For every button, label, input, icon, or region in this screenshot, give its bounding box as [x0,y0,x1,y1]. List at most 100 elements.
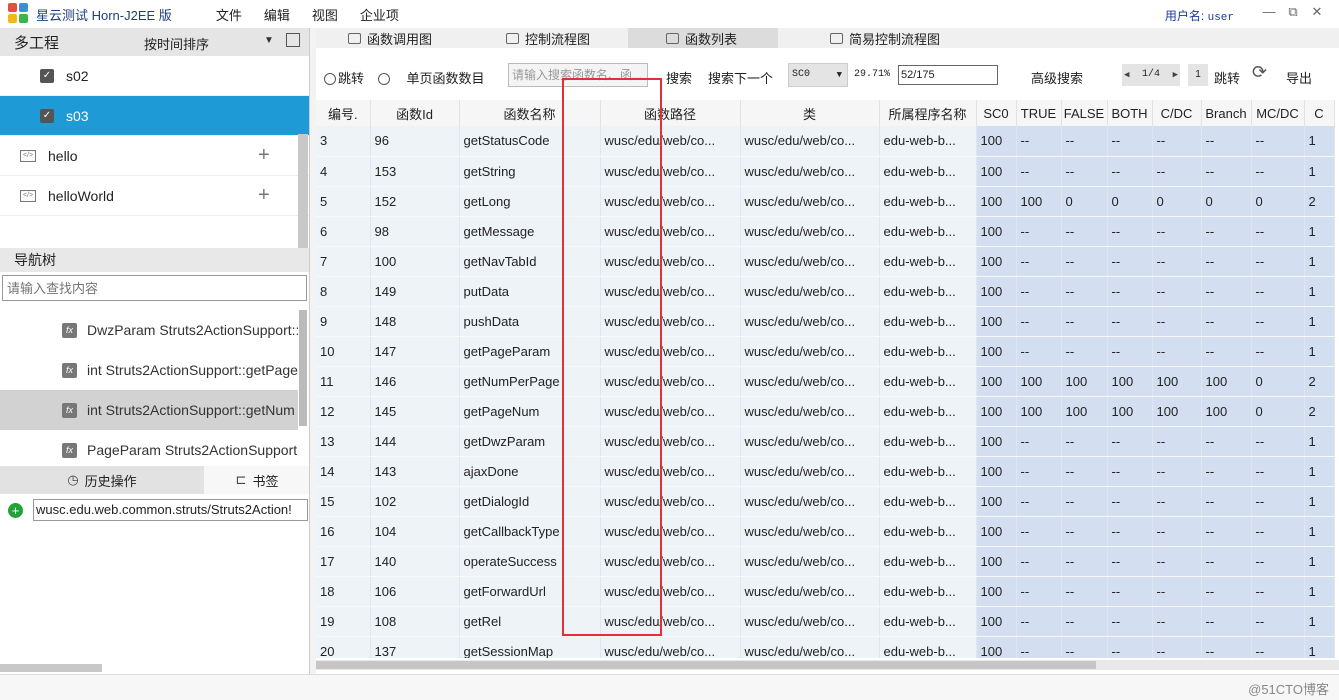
menu-enterprise[interactable]: 企业项 [360,5,399,24]
page-input[interactable]: 1 [1188,64,1208,86]
table-cell: ajaxDone [459,456,601,487]
col-header[interactable]: 函数Id [370,100,460,126]
table-row[interactable]: 14 143 ajaxDone wusc/edu/web/co... wusc/edu/… [316,456,1335,487]
col-header[interactable]: 类 [740,100,880,126]
refresh-icon[interactable]: ⟳ [1252,62,1267,83]
next-page-icon[interactable]: ▶ [1173,64,1178,86]
table-row[interactable]: 15 102 getDialogId wusc/edu/web/co... wusc/e… [316,486,1335,517]
table-row[interactable]: 19 108 getRel wusc/edu/web/co... wusc/edu/we… [316,606,1335,637]
table-cell: -- [1201,126,1252,157]
table-row[interactable]: 13 144 getDwzParam wusc/edu/web/co... wusc/e… [316,426,1335,457]
table-cell: -- [1107,486,1153,517]
menu-view[interactable]: 视图 [312,5,338,24]
close-icon[interactable]: ✕ [1305,4,1329,20]
col-header[interactable]: C [1304,100,1335,126]
project-item-s02[interactable]: ✓ s02 [0,56,309,96]
jump-radio[interactable]: 跳转 [324,68,364,87]
project-item-hello[interactable]: </> hello + [0,136,309,176]
tab-call-graph[interactable]: 函数调用图 [348,28,432,48]
table-cell: 100 [976,156,1017,187]
col-header[interactable]: SC0 [976,100,1017,126]
table-cell: wusc/edu/web/co... [740,456,880,487]
goto-button[interactable]: 跳转 [1214,68,1240,87]
table-row[interactable]: 7 100 getNavTabId wusc/edu/web/co... wusc/ed… [316,246,1335,277]
table-row[interactable]: 9 148 pushData wusc/edu/web/co... wusc/edu/w… [316,306,1335,337]
table-cell: getForwardUrl [459,576,601,607]
tab-control-flow[interactable]: 控制流程图 [506,28,590,48]
nav-item[interactable]: fx int Struts2ActionSupport::getPageI [0,350,298,390]
table-cell: -- [1107,246,1153,277]
menu-file[interactable]: 文件 [216,5,242,24]
projects-title: 多工程 [14,34,60,52]
col-header[interactable]: 编号. [316,100,371,126]
table-row[interactable]: 11 146 getNumPerPage wusc/edu/web/co... wusc… [316,366,1335,397]
table-row[interactable]: 10 147 getPageParam wusc/edu/web/co... wusc/… [316,336,1335,367]
nav-search-input[interactable] [2,275,307,301]
table-row[interactable]: 8 149 putData wusc/edu/web/co... wusc/edu/we… [316,276,1335,307]
nav-item[interactable]: fx PageParam Struts2ActionSupport:: [0,430,298,458]
nav-item-selected[interactable]: fx int Struts2ActionSupport::getNum [0,390,298,430]
advanced-search-button[interactable]: 高级搜索 [1031,68,1083,87]
project-scrollbar[interactable] [298,134,308,264]
single-page-radio[interactable]: 单页函数数目 [378,68,484,87]
table-hscrollbar[interactable] [316,660,1339,670]
table-cell: 100 [1061,366,1108,397]
table-cell: -- [1107,636,1153,658]
menu-edit[interactable]: 编辑 [264,5,290,24]
table-cell: edu-web-b... [879,636,977,658]
history-entry-text: wusc.edu.web.common.struts/Struts2Action… [33,499,308,521]
table-row[interactable]: 17 140 operateSuccess wusc/edu/web/co... wus… [316,546,1335,577]
restore-icon[interactable]: ⧉ [1281,4,1305,20]
project-item-helloworld[interactable]: </> helloWorld + [0,176,309,216]
expand-plus-icon[interactable]: + [258,144,270,167]
col-header[interactable]: 函数路径 [600,100,741,126]
table-row[interactable]: 5 152 getLong wusc/edu/web/co... wusc/edu/we… [316,186,1335,217]
table-cell: 9 [316,306,371,337]
pager[interactable]: ◀ 1/4 ▶ [1122,64,1180,86]
col-header[interactable]: Branch [1201,100,1252,126]
tab-bookmark[interactable]: ⊏ 书签 [204,466,309,494]
table-cell: -- [1016,246,1062,277]
table-row[interactable]: 4 153 getString wusc/edu/web/co... wusc/edu/… [316,156,1335,187]
search-next-button[interactable]: 搜索下一个 [708,68,773,87]
caret-down-icon[interactable]: ▼ [264,35,274,46]
table-cell: 1 [1304,606,1335,637]
nav-scrollbar[interactable] [299,310,307,426]
history-entry[interactable]: + wusc.edu.web.common.struts/Struts2Acti… [0,498,309,522]
minimize-icon[interactable]: — [1257,4,1281,20]
tab-function-list[interactable]: 函数列表 [628,28,778,48]
table-row[interactable]: 3 96 getStatusCode wusc/edu/web/co... wusc/e… [316,126,1335,157]
table-cell: -- [1016,516,1062,547]
table-row[interactable]: 12 145 getPageNum wusc/edu/web/co... wusc/ed… [316,396,1335,427]
col-header[interactable]: FALSE [1061,100,1108,126]
col-header[interactable]: BOTH [1107,100,1153,126]
col-header[interactable]: 所属程序名称 [879,100,977,126]
coverage-select[interactable]: SC0 ▼ [788,63,848,87]
col-header[interactable]: C/DC [1152,100,1202,126]
nav-item[interactable]: fx DwzParam Struts2ActionSupport::g [0,310,298,350]
export-button[interactable]: 导出 [1286,68,1312,87]
table-cell: getNumPerPage [459,366,601,397]
table-cell: 100 [976,276,1017,307]
prev-page-icon[interactable]: ◀ [1124,64,1129,86]
view-tabs: 函数调用图 控制流程图 函数列表 简易控制流程图 [316,28,1339,48]
table-row[interactable]: 18 106 getForwardUrl wusc/edu/web/co... wusc… [316,576,1335,607]
table-row[interactable]: 20 137 getSessionMap wusc/edu/web/co... wusc… [316,636,1335,658]
col-header[interactable]: TRUE [1016,100,1062,126]
history-hscrollbar[interactable] [0,664,102,672]
col-header[interactable]: MC/DC [1251,100,1305,126]
scroll-thumb[interactable] [316,661,1096,669]
table-row[interactable]: 16 104 getCallbackType wusc/edu/web/co... wu… [316,516,1335,547]
table-cell: getSessionMap [459,636,601,658]
table-cell: edu-web-b... [879,426,977,457]
tab-history[interactable]: ◷ 历史操作 [0,466,204,494]
export-icon[interactable] [286,33,300,47]
col-header[interactable]: 函数名称 [459,100,601,126]
table-row[interactable]: 6 98 getMessage wusc/edu/web/co... wusc/edu/… [316,216,1335,247]
function-search-input[interactable]: 请输入搜索函数名、函... [508,63,648,87]
project-item-s03[interactable]: ✓ s03 [0,96,309,136]
add-icon[interactable]: + [8,502,23,518]
expand-plus-icon[interactable]: + [258,184,270,207]
tab-simple-control-flow[interactable]: 简易控制流程图 [830,28,940,48]
sort-dropdown[interactable]: 按时间排序 [144,34,209,53]
